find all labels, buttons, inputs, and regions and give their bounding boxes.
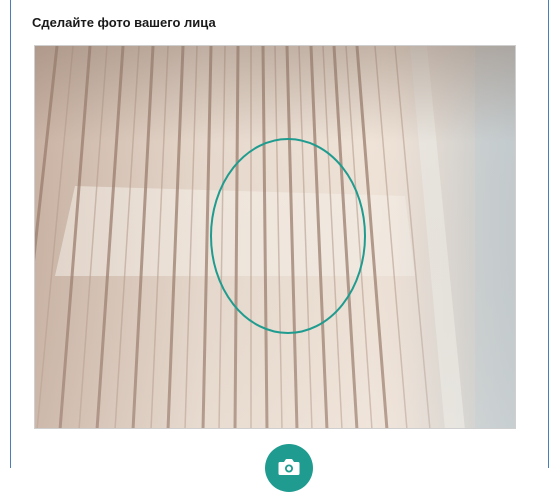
camera-icon	[278, 458, 300, 481]
camera-preview	[34, 45, 516, 429]
camera-feed-image	[35, 46, 515, 428]
page-title: Сделайте фото вашего лица	[32, 15, 216, 30]
capture-photo-button[interactable]	[265, 444, 313, 492]
